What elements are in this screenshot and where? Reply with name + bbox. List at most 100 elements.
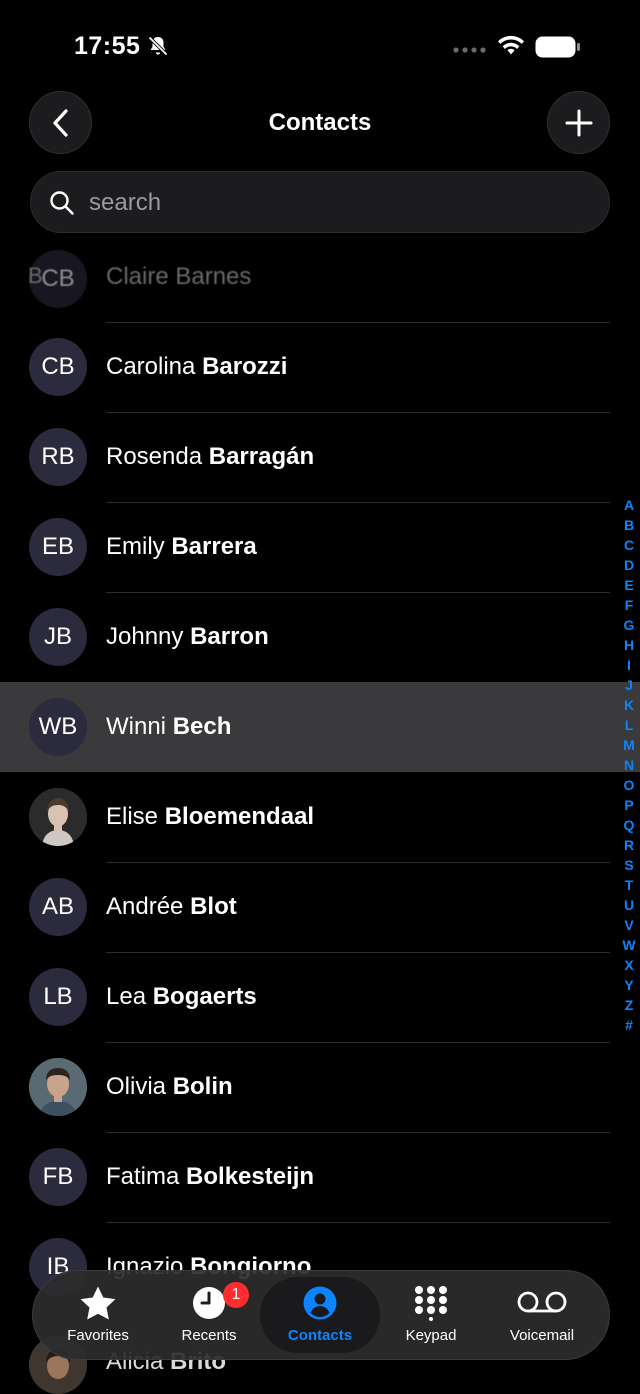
- recents-badge: 1: [223, 1282, 249, 1308]
- first-name: Elise: [106, 803, 159, 830]
- search-input[interactable]: [87, 180, 591, 226]
- index-letter[interactable]: E: [624, 575, 633, 595]
- last-name: Barozzi: [202, 353, 288, 380]
- first-name: Fatima: [106, 1163, 180, 1190]
- contact-avatar: JB: [29, 608, 87, 666]
- contact-row[interactable]: LB Lea Bogaerts: [0, 952, 640, 1042]
- person-circle-icon: [303, 1286, 337, 1320]
- last-name: Bloemendaal: [164, 803, 315, 830]
- first-name: Rosenda: [106, 443, 203, 470]
- tab-label: Keypad: [405, 1327, 457, 1344]
- navigation-bar: Contacts: [0, 88, 640, 160]
- status-time: 17:55: [74, 32, 141, 60]
- contact-photo-avatar: [29, 788, 87, 846]
- section-header-letter: B: [28, 263, 43, 288]
- last-name: Bogaerts: [152, 983, 257, 1010]
- index-letter[interactable]: A: [624, 495, 634, 515]
- first-name: Olivia: [106, 1073, 167, 1100]
- contact-row-faded[interactable]: CB B Claire Barnes: [0, 248, 640, 308]
- page-title: Contacts: [268, 109, 372, 136]
- index-letter[interactable]: J: [625, 675, 633, 695]
- contact-avatar: RB: [29, 428, 87, 486]
- index-letter[interactable]: F: [625, 595, 634, 615]
- last-name: Bolin: [172, 1073, 233, 1100]
- index-letter[interactable]: X: [624, 955, 633, 975]
- wifi-icon: [498, 35, 524, 55]
- index-letter[interactable]: I: [627, 655, 631, 675]
- index-letter[interactable]: B: [624, 515, 634, 535]
- index-letter[interactable]: T: [625, 875, 634, 895]
- contact-avatar: LB: [29, 968, 87, 1026]
- contact-avatar: AB: [29, 878, 87, 936]
- contact-photo-avatar: [29, 1058, 87, 1116]
- contact-avatar: EB: [29, 518, 87, 576]
- contact-avatar: FB: [29, 1148, 87, 1206]
- index-letter[interactable]: N: [624, 755, 634, 775]
- silent-bell-icon: [148, 36, 168, 56]
- index-letter[interactable]: D: [624, 555, 634, 575]
- status-bar: 17:55: [0, 0, 640, 90]
- index-letter[interactable]: U: [624, 895, 634, 915]
- contact-row[interactable]: EB Emily Barrera: [0, 502, 640, 592]
- index-letter[interactable]: #: [625, 1015, 633, 1035]
- voicemail-icon: [517, 1291, 567, 1313]
- contact-row[interactable]: Olivia Bolin: [0, 1042, 640, 1132]
- contact-row[interactable]: AB Andrée Blot: [0, 862, 640, 952]
- search-icon: [50, 191, 74, 215]
- last-name: Barragán: [208, 443, 315, 470]
- contact-row[interactable]: JB Johnny Barron: [0, 592, 640, 682]
- tab-favorites[interactable]: Favorites: [43, 1271, 153, 1359]
- index-letter[interactable]: V: [624, 915, 633, 935]
- last-name: Bech: [172, 713, 232, 740]
- tab-contacts[interactable]: Contacts: [260, 1277, 380, 1353]
- contact-name: Elise Bloemendaal: [106, 803, 314, 831]
- signal-dots-icon: [453, 47, 486, 53]
- contact-row[interactable]: CB Carolina Barozzi: [0, 322, 640, 412]
- tab-recents[interactable]: Recents: [154, 1271, 264, 1359]
- index-letter[interactable]: H: [624, 635, 634, 655]
- index-letter[interactable]: P: [624, 795, 633, 815]
- contact-name: Rosenda Barragán: [106, 443, 314, 471]
- index-letter[interactable]: Q: [624, 815, 635, 835]
- index-letter[interactable]: W: [622, 935, 635, 955]
- contact-row[interactable]: FB Fatima Bolkesteijn: [0, 1132, 640, 1222]
- index-letter[interactable]: Z: [625, 995, 634, 1015]
- index-letter[interactable]: S: [624, 855, 633, 875]
- contact-row[interactable]: Elise Bloemendaal: [0, 772, 640, 862]
- tab-bar: Favorites Recents 1 Contacts Keypad Voic…: [32, 1270, 610, 1360]
- index-letter[interactable]: G: [624, 615, 635, 635]
- tab-voicemail[interactable]: Voicemail: [487, 1271, 597, 1359]
- first-name: Carolina: [106, 353, 196, 380]
- contact-row[interactable]: RB Rosenda Barragán: [0, 412, 640, 502]
- contact-avatar: CB: [29, 338, 87, 396]
- keypad-icon: [415, 1286, 447, 1321]
- index-letter[interactable]: R: [624, 835, 634, 855]
- index-letter[interactable]: O: [624, 775, 635, 795]
- search-bar[interactable]: [30, 171, 610, 233]
- contact-name: Winni Bech: [106, 713, 231, 741]
- contact-row-selected[interactable]: WB Winni Bech: [0, 682, 640, 772]
- index-letter[interactable]: L: [625, 715, 634, 735]
- tab-keypad[interactable]: Keypad: [376, 1271, 486, 1359]
- clock-icon: [193, 1287, 225, 1319]
- first-name: Winni: [106, 713, 167, 740]
- add-contact-button[interactable]: [547, 91, 610, 154]
- tab-label: Contacts: [287, 1327, 353, 1344]
- star-icon: [80, 1286, 116, 1320]
- alphabet-index[interactable]: A B C D E F G H I J K L M N O P Q R S T U V W X Y Z #: [618, 495, 640, 1035]
- tab-label: Voicemail: [509, 1327, 575, 1344]
- last-name: Blot: [190, 893, 237, 920]
- last-name: Bolkesteijn: [186, 1163, 315, 1190]
- index-letter[interactable]: C: [624, 535, 634, 555]
- contact-name: Claire Barnes: [106, 263, 252, 290]
- index-letter[interactable]: Y: [624, 975, 633, 995]
- plus-icon: [565, 109, 592, 136]
- index-letter[interactable]: M: [623, 735, 635, 755]
- contact-name: Johnny Barron: [106, 623, 269, 651]
- contact-name: Carolina Barozzi: [106, 353, 287, 381]
- index-letter[interactable]: K: [624, 695, 634, 715]
- tab-label: Recents: [181, 1327, 237, 1344]
- first-name: Andrée: [106, 893, 184, 920]
- first-name: Lea: [106, 983, 147, 1010]
- woman-portrait-icon: [29, 788, 87, 846]
